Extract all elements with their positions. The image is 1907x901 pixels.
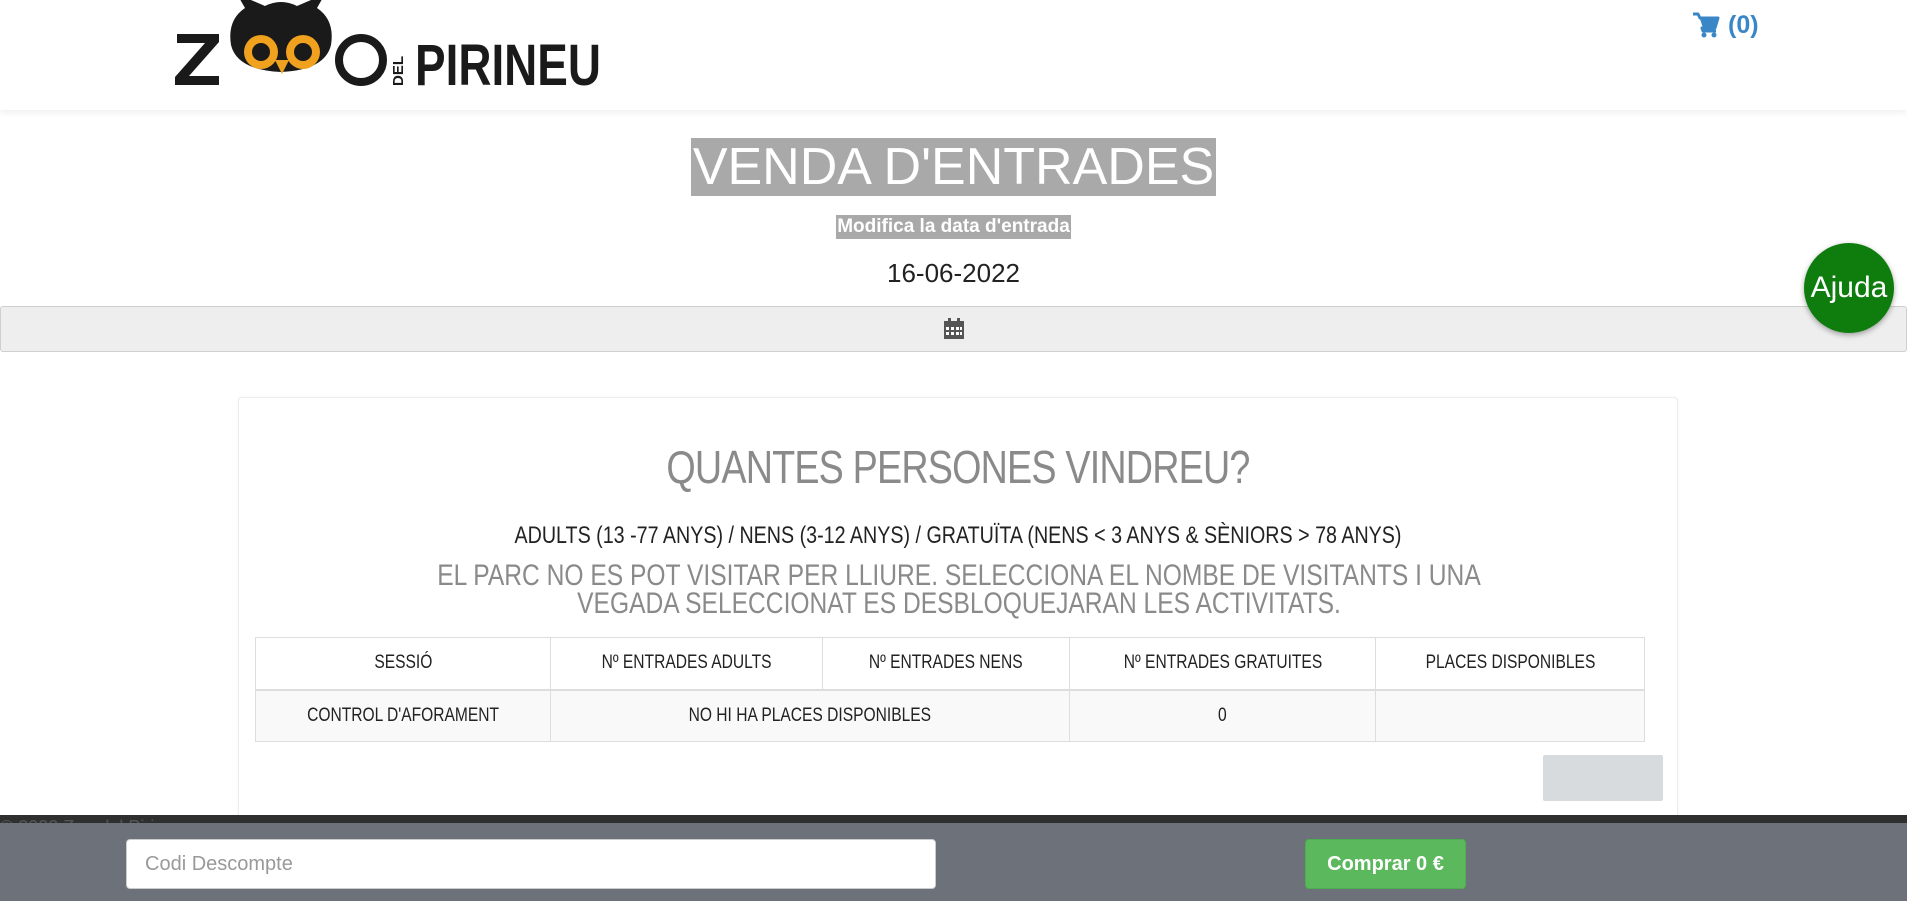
cart-link[interactable]: (0) (1692, 8, 1759, 42)
card-heading: QUANTES PERSONES VINDREU? (666, 441, 1250, 493)
session-cell: CONTROL D'AFORAMENT (255, 689, 551, 742)
checkout-bar: Comprar 0 € (0, 823, 1907, 901)
cart-count: (0) (1728, 10, 1759, 39)
calendar-icon (943, 318, 964, 339)
shopping-cart-icon (1693, 12, 1720, 38)
buy-button[interactable]: Comprar 0 € (1305, 839, 1466, 889)
selected-date: 16-06-2022 (887, 258, 1020, 288)
column-header: PLACES DISPONIBLES (1375, 637, 1645, 691)
column-header: Nº ENTRADES ADULTS (549, 637, 823, 691)
svg-text:DEL: DEL (390, 56, 407, 86)
column-header: Nº ENTRADES GRATUITES (1069, 637, 1377, 691)
visit-notice: EL PARC NO ES POT VISITAR PER LLIURE. SE… (437, 559, 1481, 620)
availability-cell: NO HI HA PLACES DISPONIBLES (549, 689, 1071, 742)
column-header: SESSIÓ (255, 637, 551, 691)
session-table: SESSIÓ Nº ENTRADES ADULTS Nº ENTRADES NE… (255, 637, 1645, 742)
table-row: CONTROL D'AFORAMENT NO HI HA PLACES DISP… (255, 689, 1645, 742)
ticket-card: QUANTES PERSONES VINDREU? ADULTS (13 -77… (238, 397, 1678, 827)
places-cell (1375, 689, 1645, 742)
svg-text:PIRINEU: PIRINEU (415, 33, 601, 90)
help-button[interactable]: Ajuda (1804, 243, 1894, 333)
free-tickets-cell: 0 (1069, 689, 1377, 742)
table-header-row: SESSIÓ Nº ENTRADES ADULTS Nº ENTRADES NE… (255, 637, 1645, 691)
column-header: Nº ENTRADES NENS (821, 637, 1071, 691)
disabled-continue-button[interactable] (1543, 755, 1663, 801)
footer-divider (0, 815, 1907, 823)
date-picker-button[interactable] (0, 306, 1907, 352)
change-date-link[interactable]: Modifica la data d'entrada (836, 215, 1071, 239)
site-header: DEL PIRINEU (0) (0, 0, 1907, 110)
page-title: VENDA D'ENTRADES (690, 138, 1217, 196)
zoo-del-pirineu-logo[interactable]: DEL PIRINEU (175, 0, 605, 90)
age-categories: ADULTS (13 -77 ANYS) / NENS (3-12 ANYS) … (514, 522, 1402, 549)
discount-code-input[interactable] (126, 839, 936, 889)
